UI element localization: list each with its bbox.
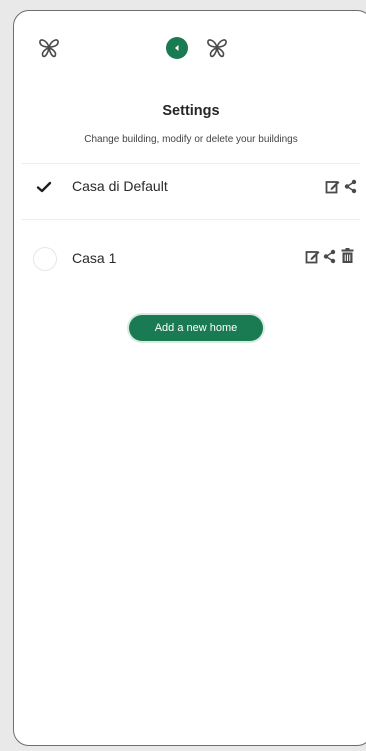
page-title: Settings — [162, 103, 220, 119]
top-bar — [14, 11, 366, 81]
home-row-casa-1[interactable]: Casa 1 — [14, 239, 366, 279]
divider — [22, 163, 360, 164]
edit-icon[interactable] — [305, 249, 320, 264]
edit-icon[interactable] — [325, 179, 340, 194]
home-name: Casa 1 — [72, 250, 117, 266]
butterfly-logo-icon — [207, 39, 227, 58]
trash-icon[interactable] — [341, 248, 354, 264]
home-row-default[interactable]: Casa di Default — [14, 167, 366, 207]
add-home-button[interactable]: Add a new home — [129, 315, 263, 341]
check-icon — [36, 181, 52, 193]
home-name: Casa di Default — [72, 178, 168, 194]
back-button[interactable] — [166, 37, 188, 59]
divider — [22, 219, 360, 220]
share-icon[interactable] — [344, 179, 357, 194]
radio-unselected[interactable] — [33, 247, 57, 271]
phone-frame: Settings Change building, modify or dele… — [13, 10, 366, 746]
page-subtitle: Change building, modify or delete your b… — [84, 134, 298, 145]
butterfly-logo-icon[interactable] — [36, 35, 62, 61]
back-arrow-icon — [175, 45, 179, 51]
share-icon[interactable] — [323, 249, 336, 264]
